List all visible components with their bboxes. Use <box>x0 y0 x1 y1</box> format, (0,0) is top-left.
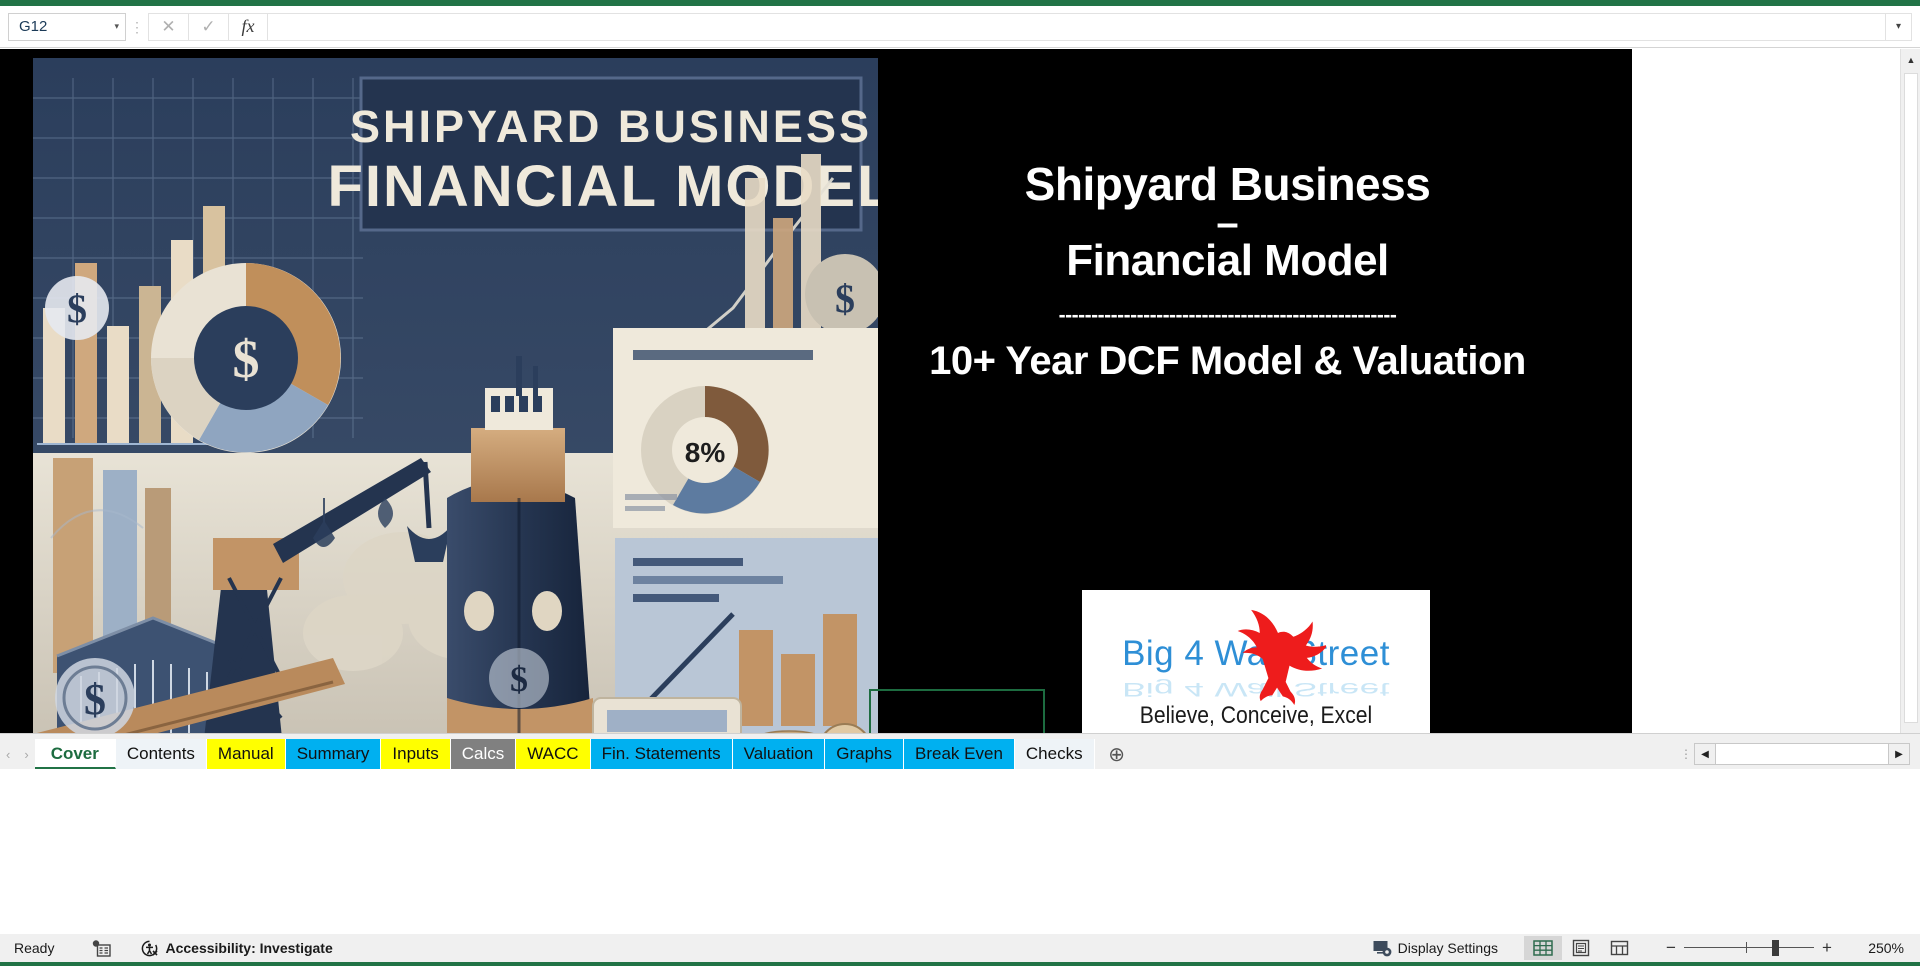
title-dash: – <box>1216 200 1239 245</box>
sheet-tab-checks[interactable]: Checks <box>1014 739 1095 769</box>
formula-action-buttons: ✕ ✓ fx <box>148 12 268 41</box>
formula-bar-row: G12 ▾ ⋮ ✕ ✓ fx ▾ <box>0 6 1920 48</box>
sheet-tab-summary[interactable]: Summary <box>285 739 382 769</box>
sheet-tab-calcs[interactable]: Calcs <box>450 739 517 769</box>
name-box-value: G12 <box>19 18 48 35</box>
display-settings-label: Display Settings <box>1397 940 1498 956</box>
page-break-preview-button[interactable] <box>1600 936 1638 960</box>
sheet-tabs: Cover Contents Manual Summary Inputs Calcs WAC… <box>34 739 1095 769</box>
bottom-accent-band <box>0 962 1920 966</box>
svg-text:$: $ <box>84 675 106 724</box>
divider: ----------------------------------------… <box>1058 305 1397 327</box>
sheet-nav-buttons: ‹ › <box>0 739 35 769</box>
accessibility-icon <box>142 940 159 956</box>
sheet-tab-inputs[interactable]: Inputs <box>381 739 451 769</box>
previous-sheet-icon[interactable]: ‹ <box>6 747 10 762</box>
chevron-down-icon[interactable]: ▾ <box>114 21 119 32</box>
display-settings-icon <box>1373 940 1392 956</box>
zoom-out-button[interactable]: − <box>1658 938 1684 958</box>
page-subtitle: Financial Model <box>1066 236 1389 286</box>
page-break-view-icon <box>1610 940 1628 956</box>
svg-text:$: $ <box>67 286 87 331</box>
next-sheet-icon[interactable]: › <box>24 747 28 762</box>
logo-tagline: Believe, Conceive, Excel <box>1139 702 1373 729</box>
horizontal-scroll-area: ⋮ ◀ ▶ <box>1678 739 1920 769</box>
normal-view-icon <box>1533 940 1553 956</box>
horizontal-scroll-track[interactable] <box>1716 743 1888 765</box>
zoom-control[interactable]: − + 250% <box>1658 938 1904 958</box>
zoom-level-label[interactable]: 250% <box>1850 940 1904 956</box>
svg-text:$: $ <box>835 276 855 321</box>
eagle-icon <box>1237 609 1326 705</box>
status-bar: Ready Accessibility: Investigate Display… <box>0 934 1920 962</box>
enter-formula-button[interactable]: ✓ <box>188 12 228 41</box>
scroll-right-icon[interactable]: ▶ <box>1888 743 1910 765</box>
zoom-slider-midpoint <box>1746 942 1747 953</box>
sign-line-1: SHIPYARD BUSINESS <box>350 101 872 152</box>
add-sheet-button[interactable]: ⊕ <box>1095 739 1139 769</box>
zoom-in-button[interactable]: + <box>1814 938 1840 958</box>
display-settings-button[interactable]: Display Settings <box>1373 940 1498 957</box>
sheet-tab-cover[interactable]: Cover <box>34 739 116 769</box>
model-description: 10+ Year DCF Model & Valuation <box>929 339 1526 384</box>
vertical-scroll-track[interactable] <box>1904 73 1918 723</box>
accessibility-status[interactable]: Accessibility: Investigate <box>141 940 333 957</box>
record-macro-icon[interactable] <box>92 939 112 957</box>
sheet-tab-wacc[interactable]: WACC <box>516 739 591 769</box>
accessibility-label: Accessibility: Investigate <box>165 940 333 956</box>
insert-function-button[interactable]: fx <box>228 12 268 41</box>
status-bar-right: Display Settings − + 250% <box>1373 936 1920 960</box>
sign-line-2: FINANCIAL MODEL <box>327 154 878 219</box>
zoom-slider-thumb[interactable] <box>1772 940 1779 956</box>
page-layout-view-icon <box>1572 939 1590 957</box>
zoom-slider-track <box>1684 947 1814 948</box>
svg-text:$: $ <box>510 659 528 699</box>
company-logo: Big 4 Wall Street Big 4 Wall Street Beli… <box>1082 590 1430 733</box>
vertical-scrollbar[interactable]: ▲ <box>1900 49 1920 733</box>
sheet-tab-break-even[interactable]: Break Even <box>904 739 1015 769</box>
tab-splitter-grip[interactable]: ⋮ <box>1678 748 1694 760</box>
status-mode: Ready <box>14 940 55 956</box>
formula-input[interactable] <box>268 12 1886 41</box>
sheet-tab-graphs[interactable]: Graphs <box>825 739 905 769</box>
name-box[interactable]: G12 ▾ <box>8 12 126 41</box>
name-box-overflow-icon[interactable]: ⋮ <box>126 20 148 34</box>
sheet-tab-contents[interactable]: Contents <box>115 739 207 769</box>
donut-label: 8% <box>685 437 726 468</box>
horizontal-scrollbar[interactable]: ◀ ▶ <box>1694 743 1910 765</box>
shipyard-illustration: $ SHIPYARD BUSINESS FINANCIAL MODEL $ 8%… <box>33 58 878 733</box>
sheet-tab-bar: ‹ › Cover Contents Manual Summary Inputs Calc… <box>0 733 1920 769</box>
svg-text:$: $ <box>233 329 260 389</box>
scroll-left-icon[interactable]: ◀ <box>1694 743 1716 765</box>
selected-cell-g12[interactable] <box>869 689 1045 733</box>
worksheet-canvas[interactable]: $ SHIPYARD BUSINESS FINANCIAL MODEL $ 8%… <box>0 49 1878 733</box>
cover-title-block: Shipyard Business – Financial Model ----… <box>855 158 1600 384</box>
sheet-tab-manual[interactable]: Manual <box>206 739 286 769</box>
normal-view-button[interactable] <box>1524 936 1562 960</box>
zoom-slider[interactable] <box>1684 939 1814 957</box>
page-layout-view-button[interactable] <box>1562 936 1600 960</box>
scroll-up-icon[interactable]: ▲ <box>1901 49 1920 71</box>
sheet-tab-valuation[interactable]: Valuation <box>732 739 826 769</box>
sheet-tab-fin-statements[interactable]: Fin. Statements <box>590 739 733 769</box>
cancel-formula-button[interactable]: ✕ <box>148 12 188 41</box>
expand-formula-bar-icon[interactable]: ▾ <box>1886 12 1912 41</box>
